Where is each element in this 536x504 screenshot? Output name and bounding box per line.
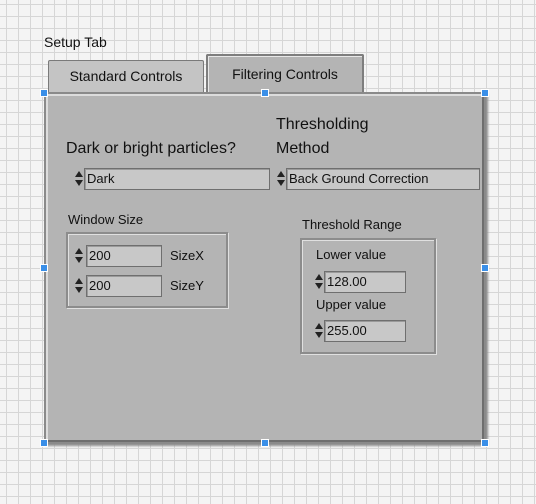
resize-handle-bottom-right[interactable]	[481, 439, 489, 447]
sizey-label: SizeY	[170, 278, 204, 293]
window-size-title: Window Size	[68, 212, 144, 227]
resize-handle-top-middle[interactable]	[261, 89, 269, 97]
tab-filtering-controls-label: Filtering Controls	[232, 66, 338, 82]
threshold-range-title: Threshold Range	[302, 217, 402, 232]
resize-handle-middle-left[interactable]	[40, 264, 48, 272]
tab-filtering-controls[interactable]: Filtering Controls	[206, 54, 364, 94]
resize-handle-top-right[interactable]	[481, 89, 489, 97]
threshold-method-ring-selector[interactable]: Back Ground Correction	[286, 168, 480, 190]
lower-value-input[interactable]: 128.00	[324, 271, 406, 293]
sizex-spinner-icon[interactable]	[74, 246, 84, 266]
sizex-input[interactable]: 200	[86, 245, 162, 267]
upper-value-spinner-icon[interactable]	[314, 321, 324, 341]
upper-value-input[interactable]: 255.00	[324, 320, 406, 342]
tab-standard-controls-label: Standard Controls	[69, 68, 183, 84]
threshold-method-label-line1: Thresholding	[276, 116, 369, 133]
resize-handle-middle-right[interactable]	[481, 264, 489, 272]
setup-tab-caption: Setup Tab	[44, 34, 107, 50]
threshold-method-spinner-icon[interactable]	[276, 169, 286, 189]
resize-handle-bottom-left[interactable]	[40, 439, 48, 447]
lower-value-label: Lower value	[316, 247, 387, 262]
sizey-input[interactable]: 200	[86, 275, 162, 297]
particles-spinner-icon[interactable]	[74, 169, 84, 189]
resize-handle-top-left[interactable]	[40, 89, 48, 97]
lower-value-spinner-icon[interactable]	[314, 272, 324, 292]
particles-label: Dark or bright particles?	[66, 140, 236, 157]
particles-ring-selector[interactable]: Dark	[84, 168, 270, 190]
resize-handle-bottom-middle[interactable]	[261, 439, 269, 447]
threshold-method-label-line2: Method	[276, 140, 330, 157]
sizey-spinner-icon[interactable]	[74, 276, 84, 296]
sizex-label: SizeX	[170, 248, 204, 263]
upper-value-label: Upper value	[316, 297, 387, 312]
tab-standard-controls[interactable]: Standard Controls	[48, 60, 204, 93]
